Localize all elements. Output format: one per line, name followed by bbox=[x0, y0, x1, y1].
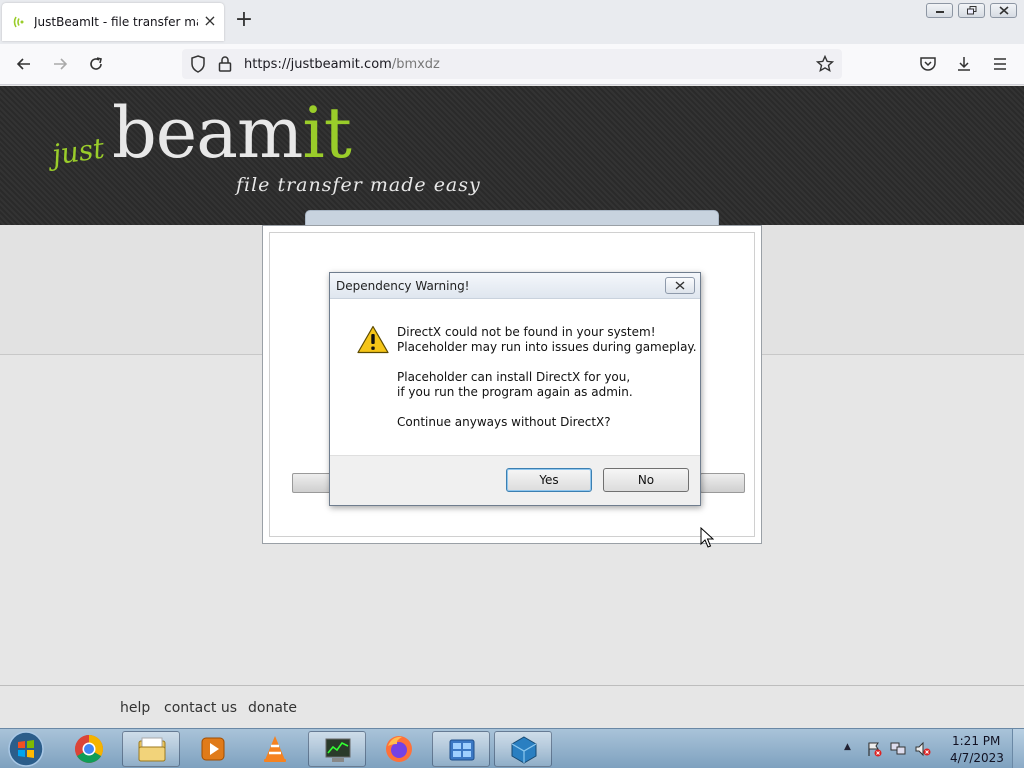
message-line-2: Placeholder may run into issues during g… bbox=[397, 340, 697, 354]
taskbar-chrome[interactable] bbox=[60, 731, 118, 767]
clock-time[interactable]: 1:21 PM bbox=[952, 734, 1000, 748]
footer-link-help[interactable]: help bbox=[120, 700, 150, 716]
file-explorer-icon bbox=[138, 737, 166, 762]
background-bar-left bbox=[292, 473, 332, 493]
close-icon bbox=[675, 281, 685, 290]
downloads-icon[interactable] bbox=[954, 54, 974, 74]
pocket-icon[interactable] bbox=[918, 54, 938, 74]
taskbar-file-explorer[interactable] bbox=[122, 731, 180, 767]
url-host: https://justbeamit.com bbox=[244, 57, 392, 72]
restore-window-button[interactable] bbox=[958, 3, 985, 18]
control-panel-icon bbox=[449, 739, 475, 761]
back-arrow-icon[interactable] bbox=[14, 54, 34, 74]
menu-hamburger-icon[interactable] bbox=[990, 54, 1010, 74]
media-player-icon bbox=[201, 737, 225, 761]
warning-triangle-icon bbox=[357, 325, 389, 354]
message-line-5: Continue anyways without DirectX? bbox=[397, 415, 611, 429]
browser-navigation-bar: https://justbeamit.com/bmxdz bbox=[0, 44, 1024, 85]
background-bar-right bbox=[700, 473, 745, 493]
dialog-body: DirectX could not be found in your syste… bbox=[330, 300, 700, 455]
padlock-icon[interactable] bbox=[218, 55, 232, 73]
dialog-close-button[interactable] bbox=[665, 277, 695, 294]
close-icon bbox=[999, 6, 1009, 15]
minimize-window-button[interactable] bbox=[926, 3, 953, 18]
message-line-1: DirectX could not be found in your syste… bbox=[397, 325, 656, 339]
address-bar[interactable]: https://justbeamit.com/bmxdz bbox=[182, 49, 842, 79]
url-text[interactable]: https://justbeamit.com/bmxdz bbox=[244, 57, 440, 72]
show-desktop-button[interactable] bbox=[1012, 729, 1024, 768]
no-button[interactable]: No bbox=[603, 468, 689, 492]
taskbar-virtualbox[interactable] bbox=[494, 731, 552, 767]
yes-button[interactable]: Yes bbox=[506, 468, 592, 492]
new-tab-icon[interactable]: + bbox=[234, 9, 254, 31]
windows-taskbar: ▲ 1:21 PM 4/7/2023 bbox=[0, 728, 1024, 768]
tracking-shield-icon[interactable] bbox=[190, 55, 206, 73]
background-window-titlebar bbox=[305, 210, 719, 226]
action-center-flag-icon[interactable] bbox=[866, 741, 882, 757]
tab-title: JustBeamIt - file transfer made easy bbox=[34, 15, 198, 29]
bookmark-star-icon[interactable] bbox=[816, 55, 834, 73]
dialog-titlebar[interactable]: Dependency Warning! bbox=[330, 273, 700, 299]
reload-icon[interactable] bbox=[86, 54, 106, 74]
tab-close-icon[interactable]: × bbox=[202, 12, 218, 30]
footer-link-contact-us[interactable]: contact us bbox=[164, 700, 237, 716]
network-icon[interactable] bbox=[890, 741, 908, 757]
site-logo[interactable]: beamit bbox=[112, 92, 352, 174]
url-path: /bmxdz bbox=[391, 57, 440, 72]
mouse-cursor-icon bbox=[700, 527, 714, 548]
forward-arrow-icon[interactable] bbox=[50, 54, 70, 74]
minimize-icon bbox=[936, 11, 944, 13]
message-line-4: if you run the program again as admin. bbox=[397, 385, 633, 399]
vlc-icon bbox=[264, 736, 286, 762]
dependency-warning-dialog: Dependency Warning! DirectX could not be… bbox=[329, 272, 701, 506]
taskbar-task-manager[interactable] bbox=[308, 731, 366, 767]
tray-show-hidden-icon[interactable]: ▲ bbox=[844, 742, 851, 752]
justbeamit-favicon-icon bbox=[13, 16, 24, 28]
logo-it: it bbox=[302, 92, 352, 174]
browser-tab-bar: JustBeamIt - file transfer made easy × + bbox=[0, 0, 1024, 44]
firefox-icon bbox=[386, 736, 412, 762]
site-footer: help contact us donate bbox=[0, 686, 1024, 728]
taskbar-control-panel[interactable] bbox=[432, 731, 490, 767]
close-window-button[interactable] bbox=[990, 3, 1017, 18]
logo-tagline: file transfer made easy bbox=[236, 174, 481, 196]
taskbar-firefox[interactable] bbox=[370, 731, 428, 767]
footer-link-donate[interactable]: donate bbox=[248, 700, 297, 716]
logo-beam: beam bbox=[112, 92, 303, 174]
chrome-icon bbox=[75, 735, 103, 763]
clock-date[interactable]: 4/7/2023 bbox=[950, 751, 1004, 765]
virtualbox-icon bbox=[511, 736, 537, 764]
start-button-icon[interactable] bbox=[6, 730, 46, 768]
taskbar-media-player[interactable] bbox=[184, 731, 242, 767]
browser-tab-justbeamit[interactable]: JustBeamIt - file transfer made easy × bbox=[2, 3, 224, 41]
dialog-button-area: Yes No bbox=[330, 455, 700, 505]
restore-icon bbox=[967, 6, 977, 15]
taskbar-vlc[interactable] bbox=[246, 731, 304, 767]
volume-muted-icon[interactable] bbox=[914, 741, 932, 757]
message-line-3: Placeholder can install DirectX for you, bbox=[397, 370, 631, 384]
dialog-title: Dependency Warning! bbox=[336, 279, 470, 293]
task-manager-icon bbox=[325, 738, 351, 762]
